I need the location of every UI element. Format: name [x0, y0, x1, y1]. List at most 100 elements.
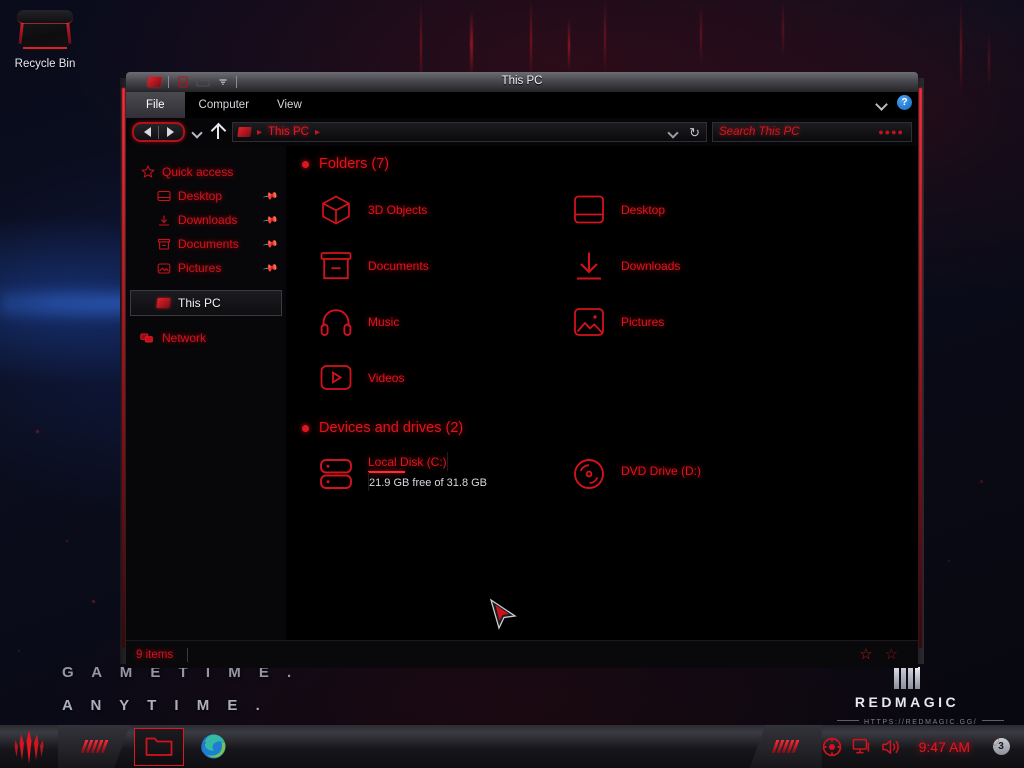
help-button[interactable]: ? [897, 95, 912, 110]
up-arrow-icon[interactable] [209, 122, 227, 142]
pin-icon[interactable]: 📌 [262, 260, 279, 276]
tray-redmagic-icon[interactable] [822, 737, 842, 757]
folder-item-music[interactable]: Music [300, 294, 553, 350]
chevron-down-icon[interactable] [876, 97, 888, 109]
group-title: Devices and drives (2) [319, 420, 464, 436]
wallpaper-spark [948, 560, 950, 562]
expander-icon[interactable] [302, 160, 309, 168]
large-icons-view-button[interactable]: ☆ [885, 647, 898, 662]
notification-icon: ♡ [990, 736, 1000, 749]
sidebar-item-label: Pictures [178, 261, 222, 275]
wallpaper-spark [92, 600, 95, 603]
wallpaper-tagline-line2: A N Y T I M E . [62, 697, 267, 714]
view-mode-buttons: ☆ ☆ [859, 647, 908, 662]
search-wedge-icon [80, 740, 108, 753]
desktop-icon [569, 190, 609, 230]
pictures-icon [569, 302, 609, 342]
downloads-icon [569, 246, 609, 286]
tab-computer[interactable]: Computer [185, 92, 264, 118]
pictures-icon [156, 261, 171, 276]
sidebar-item-documents[interactable]: Documents 📌 [126, 232, 286, 256]
drive-free-space: 21.9 GB free of 31.8 GB [369, 477, 488, 489]
chevron-down-icon[interactable] [668, 126, 680, 138]
group-title: Folders (7) [319, 156, 390, 172]
sidebar-item-desktop[interactable]: Desktop 📌 [126, 184, 286, 208]
wallpaper-streak [568, 18, 570, 72]
wallpaper-tagline: G A M E T I M E . A N Y T I M E . [62, 664, 298, 714]
folder-item-desktop[interactable]: Desktop [553, 182, 806, 238]
wallpaper-spark [66, 540, 68, 542]
tray-network-icon[interactable] [852, 738, 871, 756]
sidebar-item-this-pc[interactable]: This PC [130, 290, 282, 316]
edge-icon [200, 734, 225, 759]
sidebar-item-label: Downloads [178, 213, 238, 227]
folder-item-3d-objects[interactable]: 3D Objects [300, 182, 553, 238]
recent-locations-chevron-down-icon[interactable] [190, 123, 204, 141]
breadcrumb-this-pc[interactable]: This PC [268, 126, 309, 138]
wallpaper-streak [470, 10, 473, 78]
wallpaper-streak [988, 30, 990, 90]
documents-icon [156, 237, 171, 252]
downloads-icon [156, 213, 171, 228]
refresh-icon[interactable]: ↻ [689, 126, 700, 139]
sidebar-item-label: Network [162, 331, 207, 345]
expander-icon[interactable] [302, 424, 309, 432]
search-input[interactable]: Search This PC ●●●● [712, 122, 912, 142]
drive-label: Local Disk (C:) [368, 455, 447, 469]
wallpaper-streak [960, 0, 962, 96]
status-bar: 9 items ☆ ☆ [126, 640, 918, 668]
folder-item-pictures[interactable]: Pictures [553, 294, 806, 350]
group-header-folders[interactable]: Folders (7) [302, 156, 918, 172]
drive-item-dvd-drive-d[interactable]: DVD Drive (D:) [553, 446, 806, 504]
sidebar-item-network[interactable]: Network [126, 326, 286, 350]
wallpaper-spark [36, 430, 39, 433]
taskbar-file-explorer[interactable] [134, 727, 184, 766]
folder-label: Music [368, 315, 400, 329]
star-icon [140, 165, 155, 180]
drive-item-local-disk-c[interactable]: Local Disk (C:) 21.9 GB free of 31.8 GB [300, 446, 553, 504]
window-titlebar[interactable]: This PC [126, 72, 918, 92]
taskbar-search-wedge[interactable] [58, 725, 130, 768]
file-explorer-window: This PC File Computer View ? ▸ This PC ▸… [120, 72, 924, 668]
ribbon-controls: ? [876, 95, 912, 110]
start-button[interactable] [0, 725, 58, 768]
search-placeholder: Search This PC [719, 126, 800, 138]
documents-icon [316, 246, 356, 286]
folder-item-documents[interactable]: Documents [300, 238, 553, 294]
sidebar-item-quick-access[interactable]: Quick access [126, 160, 286, 184]
taskbar-clock[interactable]: 9:47 AM [911, 739, 978, 755]
folder-label: Documents [368, 259, 429, 273]
tab-view[interactable]: View [263, 92, 316, 118]
desktop-icon-recycle-bin[interactable]: Recycle Bin [6, 8, 84, 70]
notification-center-button[interactable]: ♡ 3 [988, 734, 1014, 760]
sidebar-item-label: Documents [178, 237, 239, 251]
wallpaper-streak [782, 0, 784, 58]
taskbar: 9:47 AM ♡ 3 [0, 725, 1024, 768]
file-list-pane: Folders (7) 3D Objects Desktop Documents… [286, 146, 918, 640]
folder-item-downloads[interactable]: Downloads [553, 238, 806, 294]
pin-icon[interactable]: 📌 [262, 236, 279, 252]
address-bar[interactable]: ▸ This PC ▸ ↻ [232, 122, 707, 142]
sidebar-item-downloads[interactable]: Downloads 📌 [126, 208, 286, 232]
3d-objects-icon [316, 190, 356, 230]
hard-drive-icon [316, 454, 356, 494]
pin-icon[interactable]: 📌 [262, 212, 279, 228]
nav-buttons-group [132, 122, 185, 142]
folders-grid: 3D Objects Desktop Documents Downloads M… [300, 182, 918, 406]
tray-volume-icon[interactable] [881, 738, 901, 756]
taskbar-edge-browser[interactable] [188, 728, 238, 766]
tab-file[interactable]: File [126, 92, 185, 118]
this-pc-icon [237, 127, 252, 137]
details-view-button[interactable]: ☆ [859, 647, 872, 662]
start-logo-icon [14, 729, 44, 764]
folder-item-videos[interactable]: Videos [300, 350, 553, 406]
forward-arrow-icon[interactable] [159, 124, 181, 140]
folder-icon [145, 737, 173, 756]
group-header-devices[interactable]: Devices and drives (2) [302, 420, 918, 436]
pin-icon[interactable]: 📌 [262, 188, 279, 204]
optical-drive-icon [569, 454, 609, 494]
ribbon-bar: File Computer View ? [126, 92, 918, 118]
back-arrow-icon[interactable] [136, 124, 158, 140]
navigation-pane: Quick access Desktop 📌 Downloads 📌 Docum… [126, 146, 286, 640]
sidebar-item-pictures[interactable]: Pictures 📌 [126, 256, 286, 280]
